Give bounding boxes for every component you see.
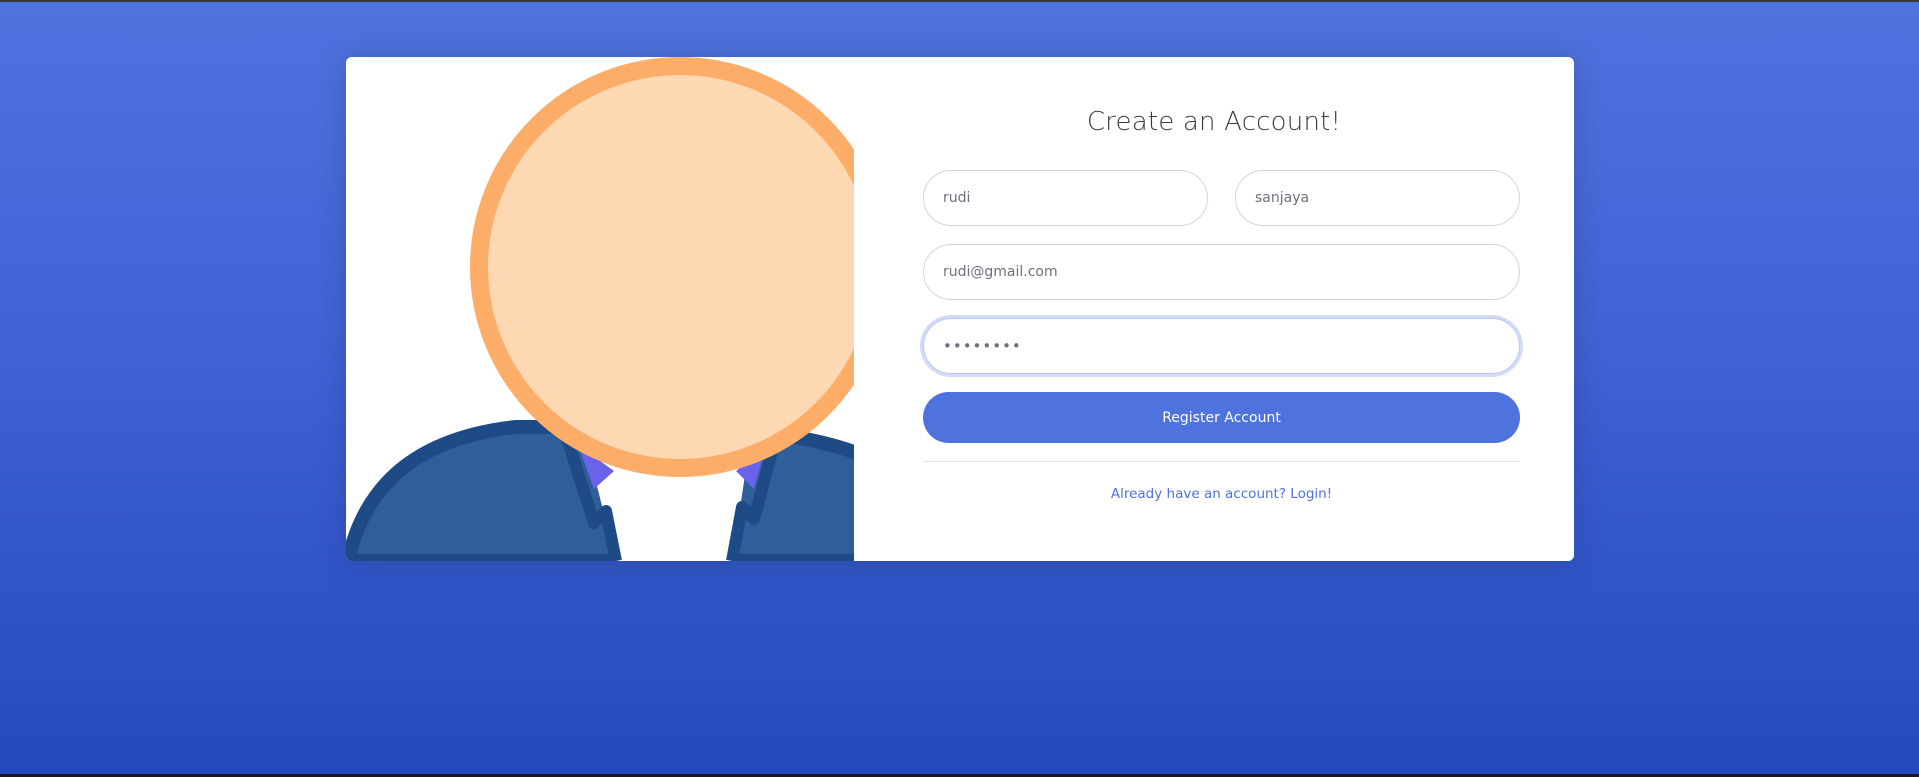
email-input[interactable] [923,244,1520,300]
user-avatar-illustration [346,57,854,561]
register-card: Create an Account! Register Account Alre… [346,57,1574,561]
register-form: Create an Account! Register Account Alre… [854,57,1574,561]
last-name-input[interactable] [1235,170,1520,226]
register-account-button[interactable]: Register Account [923,392,1520,443]
head [470,57,854,477]
first-name-input[interactable] [923,170,1208,226]
window-top-border [0,0,1919,2]
login-link[interactable]: Already have an account? Login! [923,486,1520,502]
divider [923,461,1520,462]
page-title: Create an Account! [1086,107,1342,137]
password-input[interactable] [923,318,1520,374]
user-avatar-icon [346,57,854,561]
